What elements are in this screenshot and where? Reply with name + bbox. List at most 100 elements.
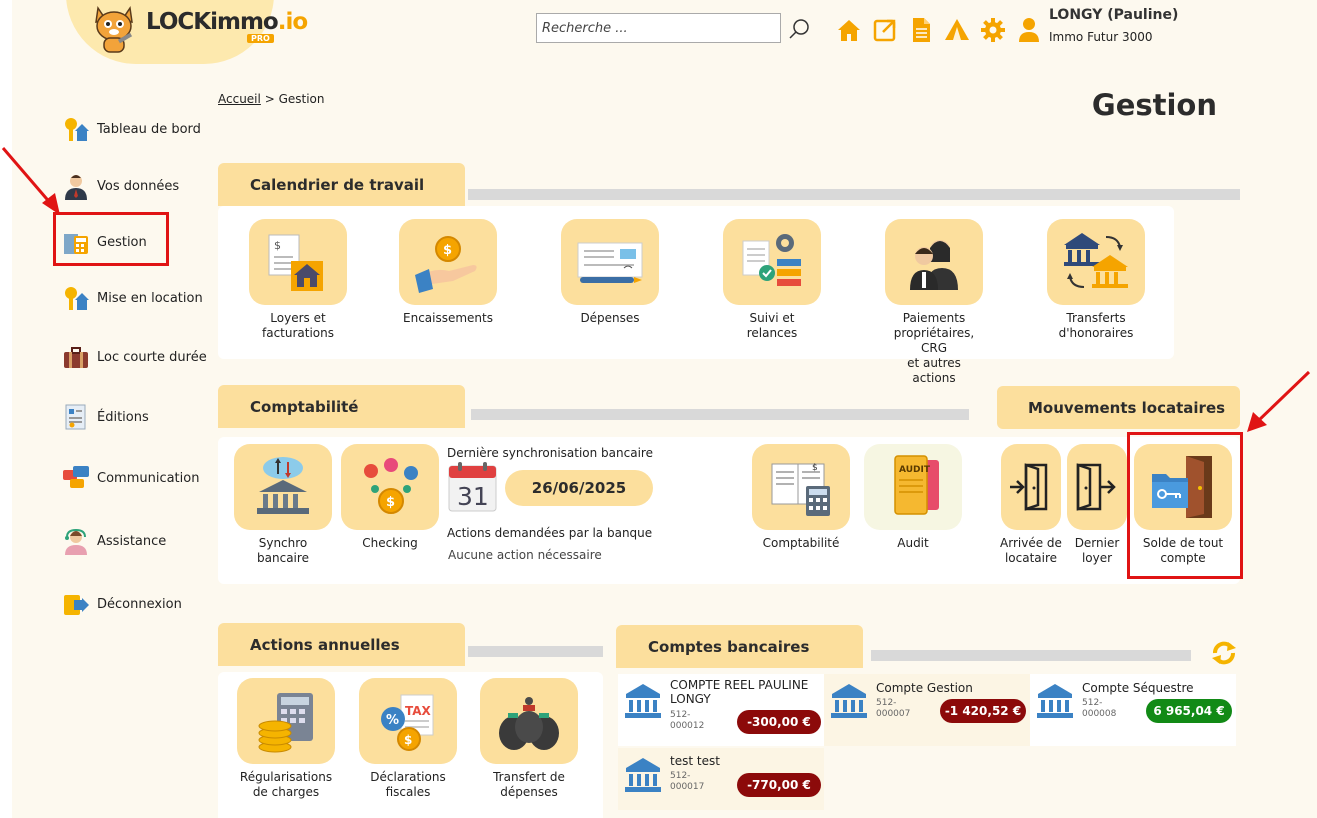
tile-regularisations-charges[interactable]: Régularisations de charges (237, 678, 335, 800)
svg-text:TAX: TAX (405, 704, 432, 718)
sidebar-item-assistance[interactable]: Assistance (62, 525, 166, 557)
report-icon (62, 403, 90, 431)
sidebar-item-label: Loc courte durée (97, 349, 207, 365)
tracking-icon (723, 219, 821, 305)
bank-icon (830, 682, 868, 720)
refresh-icon[interactable] (1211, 640, 1237, 666)
section-header-mouvements: Mouvements locataires (997, 386, 1240, 429)
sidebar-item-tableau-de-bord[interactable]: Tableau de bord (62, 113, 201, 145)
account-name: Compte Gestion (876, 681, 973, 695)
user-icon[interactable] (1016, 16, 1042, 44)
document-icon[interactable] (908, 16, 934, 44)
svg-text:$: $ (443, 243, 452, 258)
invoice-house-icon: $ (249, 219, 347, 305)
audit-folder-icon: AUDIT (864, 444, 962, 530)
sidebar-item-label: Éditions (97, 409, 149, 425)
sync-label: Dernière synchronisation bancaire (447, 446, 653, 460)
svg-text:%: % (386, 713, 399, 728)
sidebar-item-label: Vos données (97, 178, 180, 194)
bank-sync-icon (234, 444, 332, 530)
sidebar-item-loc-courte-duree[interactable]: Loc courte durée (62, 341, 207, 373)
sidebar-item-mise-en-location[interactable]: Mise en location (62, 282, 203, 314)
sidebar-item-vos-donnees[interactable]: Vos données (62, 170, 179, 202)
tile-checking[interactable]: $ Checking (341, 444, 439, 551)
external-link-icon[interactable] (872, 16, 898, 44)
account-balance: -1 420,52 € (940, 699, 1026, 723)
bank-account-card[interactable]: COMPTE REEL PAULINE LONGY 512- 000012 -300… (618, 674, 824, 746)
highlight-box-gestion (53, 212, 169, 266)
tile-arrivee-locataire[interactable]: Arrivée de locataire (1000, 444, 1062, 566)
account-name: Compte Séquestre (1082, 681, 1194, 695)
account-balance: -300,00 € (737, 710, 821, 734)
account-balance: -770,00 € (737, 773, 821, 797)
logout-icon (62, 590, 90, 618)
coins-calculator-icon (237, 678, 335, 764)
search-icon[interactable] (789, 18, 811, 40)
suitcase-icon (62, 343, 90, 371)
sidebar-item-deconnexion[interactable]: Déconnexion (62, 588, 182, 620)
tax-icon: TAX% $ (359, 678, 457, 764)
section-divider (468, 189, 1240, 200)
logo-cat-icon[interactable] (88, 2, 140, 54)
svg-text:$: $ (404, 733, 412, 747)
tile-loyers-facturations[interactable]: $ Loyers et facturations (249, 219, 347, 341)
tile-transfert-depenses[interactable]: Transfert de dépenses (480, 678, 578, 800)
tile-dernier-loyer[interactable]: Dernier loyer (1066, 444, 1128, 566)
tile-declarations-fiscales[interactable]: TAX% $ Déclarations fiscales (359, 678, 457, 800)
door-enter-icon (1001, 444, 1061, 530)
bank-icon (1036, 682, 1074, 720)
sidebar-item-editions[interactable]: Éditions (62, 401, 149, 433)
sidebar-item-label: Mise en location (97, 290, 203, 306)
bank-account-card[interactable]: test test 512- 000017 -770,00 € (618, 748, 824, 810)
account-name: test test (670, 754, 720, 768)
header-toolbar (836, 16, 1042, 44)
section-header-calendrier: Calendrier de travail (218, 163, 465, 206)
account-number: 512- (876, 698, 897, 708)
tent-icon[interactable] (944, 16, 970, 44)
calendar-icon: 31 (448, 462, 497, 512)
user-organization: Immo Futur 3000 (1049, 30, 1153, 44)
page-title: Gestion (1091, 88, 1217, 122)
bank-actions-label: Actions demandées par la banque (447, 526, 653, 540)
money-bags-icon (480, 678, 578, 764)
gear-icon[interactable] (980, 16, 1006, 44)
tile-suivi-relances[interactable]: Suivi et relances (723, 219, 821, 341)
svg-text:AUDIT: AUDIT (899, 465, 931, 475)
keys-house-icon (62, 115, 90, 143)
breadcrumb: Accueil > Gestion (218, 92, 325, 106)
tile-audit[interactable]: AUDIT Audit (864, 444, 962, 551)
sidebar-item-communication[interactable]: Communication (62, 462, 199, 494)
breadcrumb-current: Gestion (278, 92, 325, 106)
search-input[interactable] (536, 13, 781, 43)
svg-text:$: $ (274, 239, 281, 252)
breadcrumb-home-link[interactable]: Accueil (218, 92, 261, 106)
svg-text:$: $ (812, 463, 818, 473)
annotation-arrow-right (1247, 370, 1311, 432)
section-header-annuelles: Actions annuelles (218, 623, 465, 666)
section-divider (471, 409, 969, 420)
tile-depenses[interactable]: Dépenses (561, 219, 659, 326)
tile-comptabilite[interactable]: $ Comptabilité (752, 444, 850, 551)
bank-account-card[interactable]: Compte Séquestre 512- 000008 6 965,04 € (1030, 674, 1236, 746)
bank-icon (624, 682, 662, 720)
coin-hand-icon: $ (399, 219, 497, 305)
home-icon[interactable] (836, 16, 862, 44)
bank-account-card[interactable]: Compte Gestion 512- 000007 -1 420,52 € (824, 674, 1030, 746)
support-icon (62, 527, 90, 555)
tile-synchro-bancaire[interactable]: Synchro bancaire (234, 444, 332, 566)
annotation-arrow-left (1, 147, 60, 215)
logo-wordmark[interactable]: LOCKimmo.io (146, 9, 308, 35)
svg-text:$: $ (386, 495, 395, 510)
bank-transfer-icon (1047, 219, 1145, 305)
coins-network-icon: $ (341, 444, 439, 530)
section-header-comptabilite: Comptabilité (218, 385, 465, 428)
highlight-box-solde (1127, 432, 1243, 579)
tile-encaissements[interactable]: $ Encaissements (399, 219, 497, 326)
user-name[interactable]: LONGY (Pauline) (1049, 7, 1178, 23)
sidebar-item-label: Tableau de bord (97, 121, 201, 137)
account-balance: 6 965,04 € (1146, 699, 1232, 723)
account-name: COMPTE REEL PAULINE (670, 678, 809, 692)
tile-transferts-honoraires[interactable]: Transferts d'honoraires (1047, 219, 1145, 341)
logo-pro-badge: PRO (247, 34, 274, 43)
tile-paiements-proprietaires[interactable]: Paiements propriétaires, CRG et autres act… (885, 219, 983, 386)
